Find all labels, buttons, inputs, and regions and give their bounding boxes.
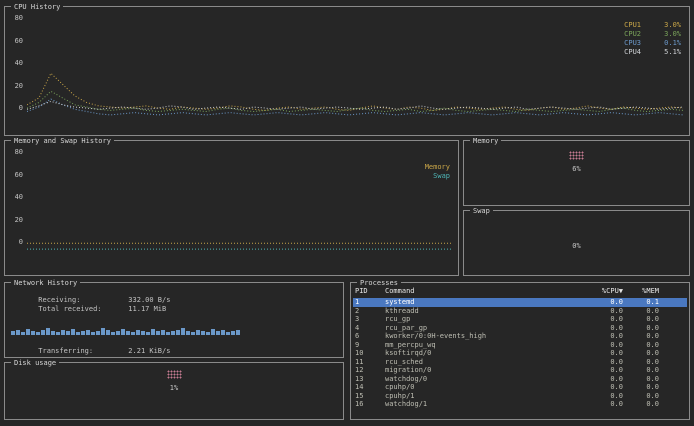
memory-swap-history-panel: Memory and Swap History 80 60 40 20 0 Memory…: [4, 140, 459, 276]
header-command[interactable]: Command: [385, 287, 579, 295]
cpu-y-axis: 80 60 40 20 0: [7, 15, 23, 112]
memory-swap-history-chart: [27, 151, 453, 250]
header-mem[interactable]: %MEM: [623, 287, 659, 295]
memory-swap-legend-item: Swap: [425, 172, 450, 181]
process-row[interactable]: 15cpuhp/10.00.0: [353, 392, 687, 401]
axis-tick-label: 20: [7, 83, 23, 90]
process-row[interactable]: 14cpuhp/00.00.0: [353, 383, 687, 392]
swap-gauge: 0%: [464, 211, 689, 275]
disk-usage-gauge: 1%: [5, 363, 343, 419]
axis-tick-label: 20: [7, 217, 23, 224]
axis-tick-label: 80: [7, 15, 23, 22]
process-row[interactable]: 2kthreadd0.00.0: [353, 307, 687, 316]
process-row[interactable]: 3rcu_gp0.00.0: [353, 315, 687, 324]
process-row[interactable]: 10ksoftirqd/00.00.0: [353, 349, 687, 358]
process-table-header: PID Command %CPU▼ %MEM: [355, 287, 685, 295]
process-row[interactable]: 4rcu_par_gp0.00.0: [353, 324, 687, 333]
process-row[interactable]: 1systemd0.00.1: [353, 298, 687, 307]
cpu-legend-item: CPU30.1%: [624, 39, 681, 48]
memory-usage-value: 6%: [572, 165, 580, 173]
cpu-legend: CPU13.0%CPU23.0%CPU30.1%CPU45.1%: [624, 21, 681, 57]
swap-gauge-panel: Swap 0%: [463, 210, 690, 276]
disk-usage-panel: Disk usage 1%: [4, 362, 344, 420]
system-monitor-screen: CPU History 806040200 CPU13.0%CPU23.0%CP…: [0, 0, 694, 426]
process-row[interactable]: 11rcu_sched0.00.0: [353, 358, 687, 367]
memory-swap-legend: MemorySwap: [425, 163, 450, 181]
process-row[interactable]: 9mm_percpu_wq0.00.0: [353, 341, 687, 350]
disk-usage-value: 1%: [170, 384, 178, 392]
axis-tick-label: 0: [7, 105, 23, 112]
cpu-legend-item: CPU45.1%: [624, 48, 681, 57]
axis-tick-label: 40: [7, 60, 23, 67]
header-cpu-sort[interactable]: %CPU▼: [579, 287, 623, 295]
process-rows: 1systemd0.00.12kthreadd0.00.03rcu_gp0.00…: [353, 298, 687, 417]
swap-usage-value: 0%: [572, 242, 580, 250]
axis-tick-label: 80: [7, 149, 23, 156]
axis-tick-label: 60: [7, 38, 23, 45]
cpu-history-title: CPU History: [11, 3, 63, 11]
memory-gauge-panel: Memory 6%: [463, 140, 690, 206]
memory-y-axis: 80 60 40 20 0: [7, 149, 23, 246]
axis-tick-label: 0: [7, 239, 23, 246]
cpu-legend-item: CPU23.0%: [624, 30, 681, 39]
processes-title: Processes: [357, 279, 401, 287]
memory-usage-dots-icon: [569, 151, 584, 160]
process-row[interactable]: 16watchdog/10.00.0: [353, 400, 687, 409]
network-history-chart: [11, 309, 339, 335]
memory-gauge: 6%: [464, 141, 689, 205]
disk-usage-dots-icon: [167, 370, 182, 379]
axis-tick-label: 40: [7, 194, 23, 201]
cpu-legend-item: CPU13.0%: [624, 21, 681, 30]
process-row[interactable]: 13watchdog/00.00.0: [353, 375, 687, 384]
memory-swap-legend-item: Memory: [425, 163, 450, 172]
header-pid[interactable]: PID: [355, 287, 385, 295]
network-history-panel: Network History Receiving:332.00 B/s Tot…: [4, 282, 344, 358]
transferring-value: 2.21 KiB/s: [128, 347, 170, 355]
transferring-label: Transferring:: [38, 347, 128, 355]
processes-panel: Processes PID Command %CPU▼ %MEM 1system…: [350, 282, 690, 420]
process-row[interactable]: 6kworker/0:0H-events_high0.00.0: [353, 332, 687, 341]
cpu-history-chart: [27, 17, 683, 116]
network-history-title: Network History: [11, 279, 80, 287]
cpu-history-panel: CPU History 806040200 CPU13.0%CPU23.0%CP…: [4, 6, 690, 136]
memory-swap-history-title: Memory and Swap History: [11, 137, 114, 145]
process-row[interactable]: 12migration/00.00.0: [353, 366, 687, 375]
axis-tick-label: 60: [7, 172, 23, 179]
